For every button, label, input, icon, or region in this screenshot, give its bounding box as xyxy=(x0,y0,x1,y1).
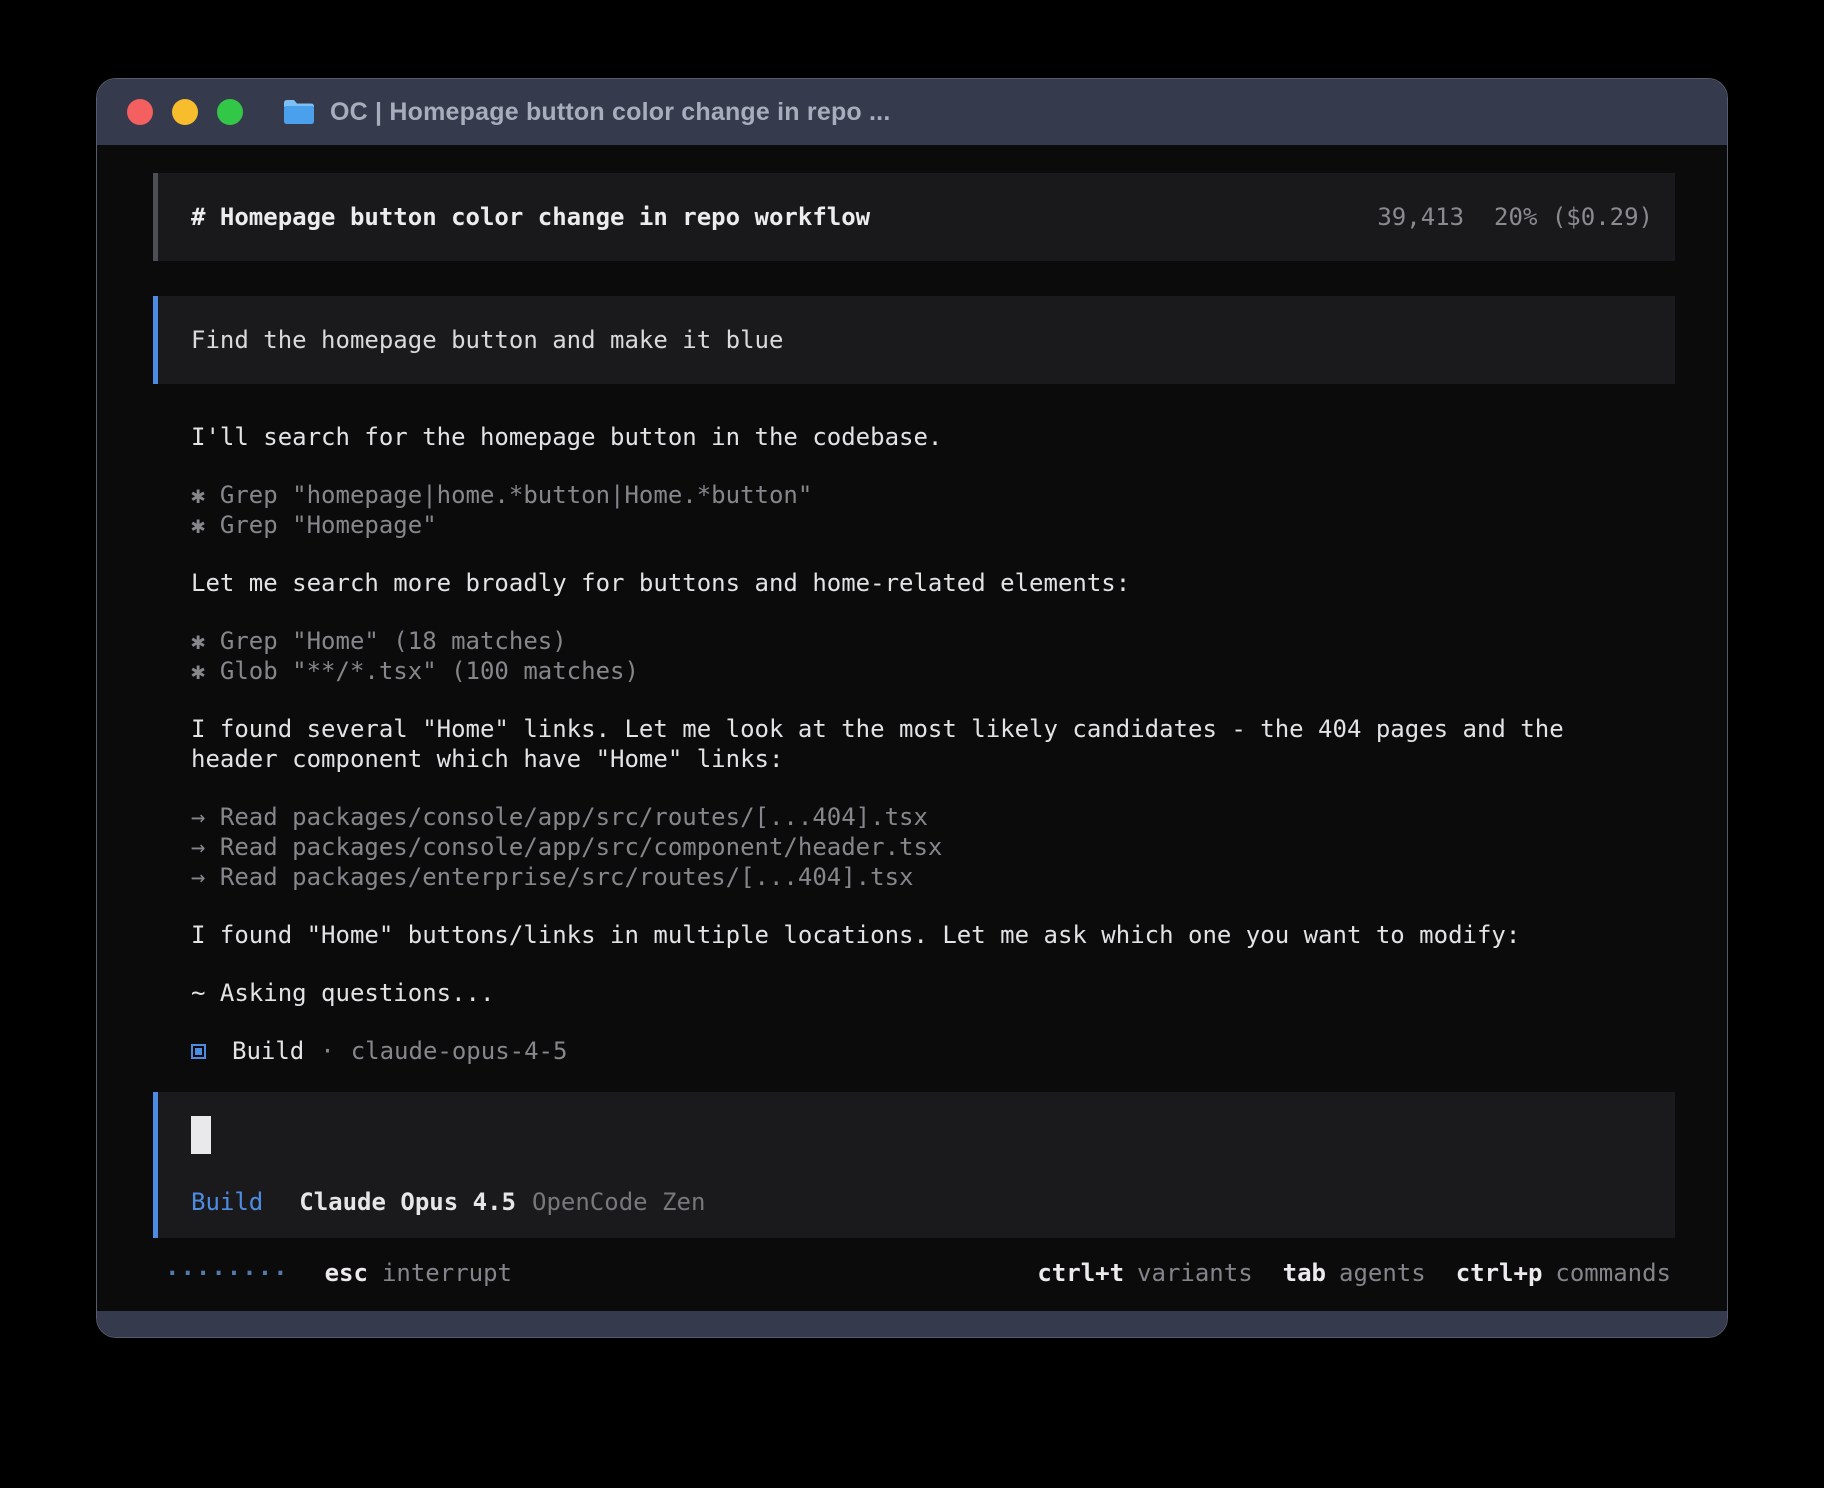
text-cursor xyxy=(191,1116,211,1154)
traffic-lights xyxy=(127,99,243,125)
tool-call-line: → Read packages/console/app/src/routes/[… xyxy=(191,802,1675,832)
shortcut-hint-agents: tab agents xyxy=(1283,1259,1426,1287)
input-meta: Build Claude Opus 4.5 OpenCode Zen xyxy=(191,1188,1642,1216)
tool-call-group: → Read packages/console/app/src/routes/[… xyxy=(191,802,1675,892)
agent-name: Build xyxy=(232,1037,304,1065)
folder-icon xyxy=(282,98,316,126)
interrupt-label: interrupt xyxy=(382,1259,512,1287)
assistant-text-block: I found "Home" buttons/links in multiple… xyxy=(191,920,1675,950)
tool-call-line: ✱ Grep "Home" (18 matches) xyxy=(191,626,1675,656)
shortcut-key: tab xyxy=(1283,1259,1326,1287)
token-count: 39,413 xyxy=(1377,203,1464,231)
shortcut-hint-variants: ctrl+t variants xyxy=(1037,1259,1252,1287)
tool-call-line: → Read packages/console/app/src/componen… xyxy=(191,832,1675,862)
shortcut-label: commands xyxy=(1555,1259,1671,1287)
assistant-text-line: header component which have "Home" links… xyxy=(191,744,1675,774)
spinner-dots: ········ xyxy=(165,1259,289,1287)
input-mode-label: Build xyxy=(191,1188,263,1216)
shortcut-hint-commands: ctrl+p commands xyxy=(1456,1259,1671,1287)
minimize-button[interactable] xyxy=(172,99,198,125)
assistant-text-line: Let me search more broadly for buttons a… xyxy=(191,568,1675,598)
shortcut-hints: ctrl+t variants tab agents ctrl+p commands xyxy=(1037,1259,1671,1287)
assistant-text-line: I found several "Home" links. Let me loo… xyxy=(191,714,1675,744)
window-bottom-edge xyxy=(97,1311,1727,1337)
window-title: OC | Homepage button color change in rep… xyxy=(330,98,890,127)
shortcut-key: ctrl+t xyxy=(1037,1259,1124,1287)
session-stats: 39,413 20% ($0.29) xyxy=(1377,203,1653,231)
interrupt-hint: esc interrupt xyxy=(325,1259,512,1287)
input-model-label: Claude Opus 4.5 xyxy=(299,1188,516,1216)
titlebar: OC | Homepage button color change in rep… xyxy=(97,79,1727,145)
agent-separator: · xyxy=(320,1037,334,1065)
assistant-text-block: I'll search for the homepage button in t… xyxy=(191,422,1675,452)
tool-call-line: ✱ Grep "homepage|home.*button|Home.*butt… xyxy=(191,480,1675,510)
input-provider-label: OpenCode Zen xyxy=(532,1188,705,1216)
zoom-button[interactable] xyxy=(217,99,243,125)
assistant-text-block: ~ Asking questions... xyxy=(191,978,1675,1008)
tool-call-line: ✱ Glob "**/*.tsx" (100 matches) xyxy=(191,656,1675,686)
tool-call-line: → Read packages/enterprise/src/routes/[.… xyxy=(191,862,1675,892)
assistant-transcript: I'll search for the homepage button in t… xyxy=(153,422,1675,1008)
prompt-input[interactable]: Build Claude Opus 4.5 OpenCode Zen xyxy=(153,1092,1675,1238)
terminal-content: # Homepage button color change in repo w… xyxy=(97,145,1727,1311)
terminal-window: OC | Homepage button color change in rep… xyxy=(96,78,1728,1338)
shortcut-label: variants xyxy=(1137,1259,1253,1287)
session-header: # Homepage button color change in repo w… xyxy=(153,173,1675,261)
agent-status-row: Build · claude-opus-4-5 xyxy=(153,1036,1675,1066)
esc-key-label: esc xyxy=(325,1259,368,1287)
assistant-text-line: I found "Home" buttons/links in multiple… xyxy=(191,920,1675,950)
user-message: Find the homepage button and make it blu… xyxy=(153,296,1675,384)
tool-call-line: ✱ Grep "Homepage" xyxy=(191,510,1675,540)
session-title: # Homepage button color change in repo w… xyxy=(191,203,870,231)
close-button[interactable] xyxy=(127,99,153,125)
tool-call-group: ✱ Grep "homepage|home.*button|Home.*butt… xyxy=(191,480,1675,540)
assistant-text-line: I'll search for the homepage button in t… xyxy=(191,422,1675,452)
shortcut-label: agents xyxy=(1339,1259,1426,1287)
agent-model: claude-opus-4-5 xyxy=(351,1037,568,1065)
agent-square-icon xyxy=(191,1044,206,1059)
context-usage: 20% ($0.29) xyxy=(1494,203,1653,231)
status-bar: ········ esc interrupt ctrl+t variants tab… xyxy=(153,1256,1675,1290)
tool-call-group: ✱ Grep "Home" (18 matches)✱ Glob "**/*.t… xyxy=(191,626,1675,686)
assistant-text-line: ~ Asking questions... xyxy=(191,978,1675,1008)
assistant-text-block: I found several "Home" links. Let me loo… xyxy=(191,714,1675,774)
shortcut-key: ctrl+p xyxy=(1456,1259,1543,1287)
user-message-text: Find the homepage button and make it blu… xyxy=(191,326,783,354)
assistant-text-block: Let me search more broadly for buttons a… xyxy=(191,568,1675,598)
